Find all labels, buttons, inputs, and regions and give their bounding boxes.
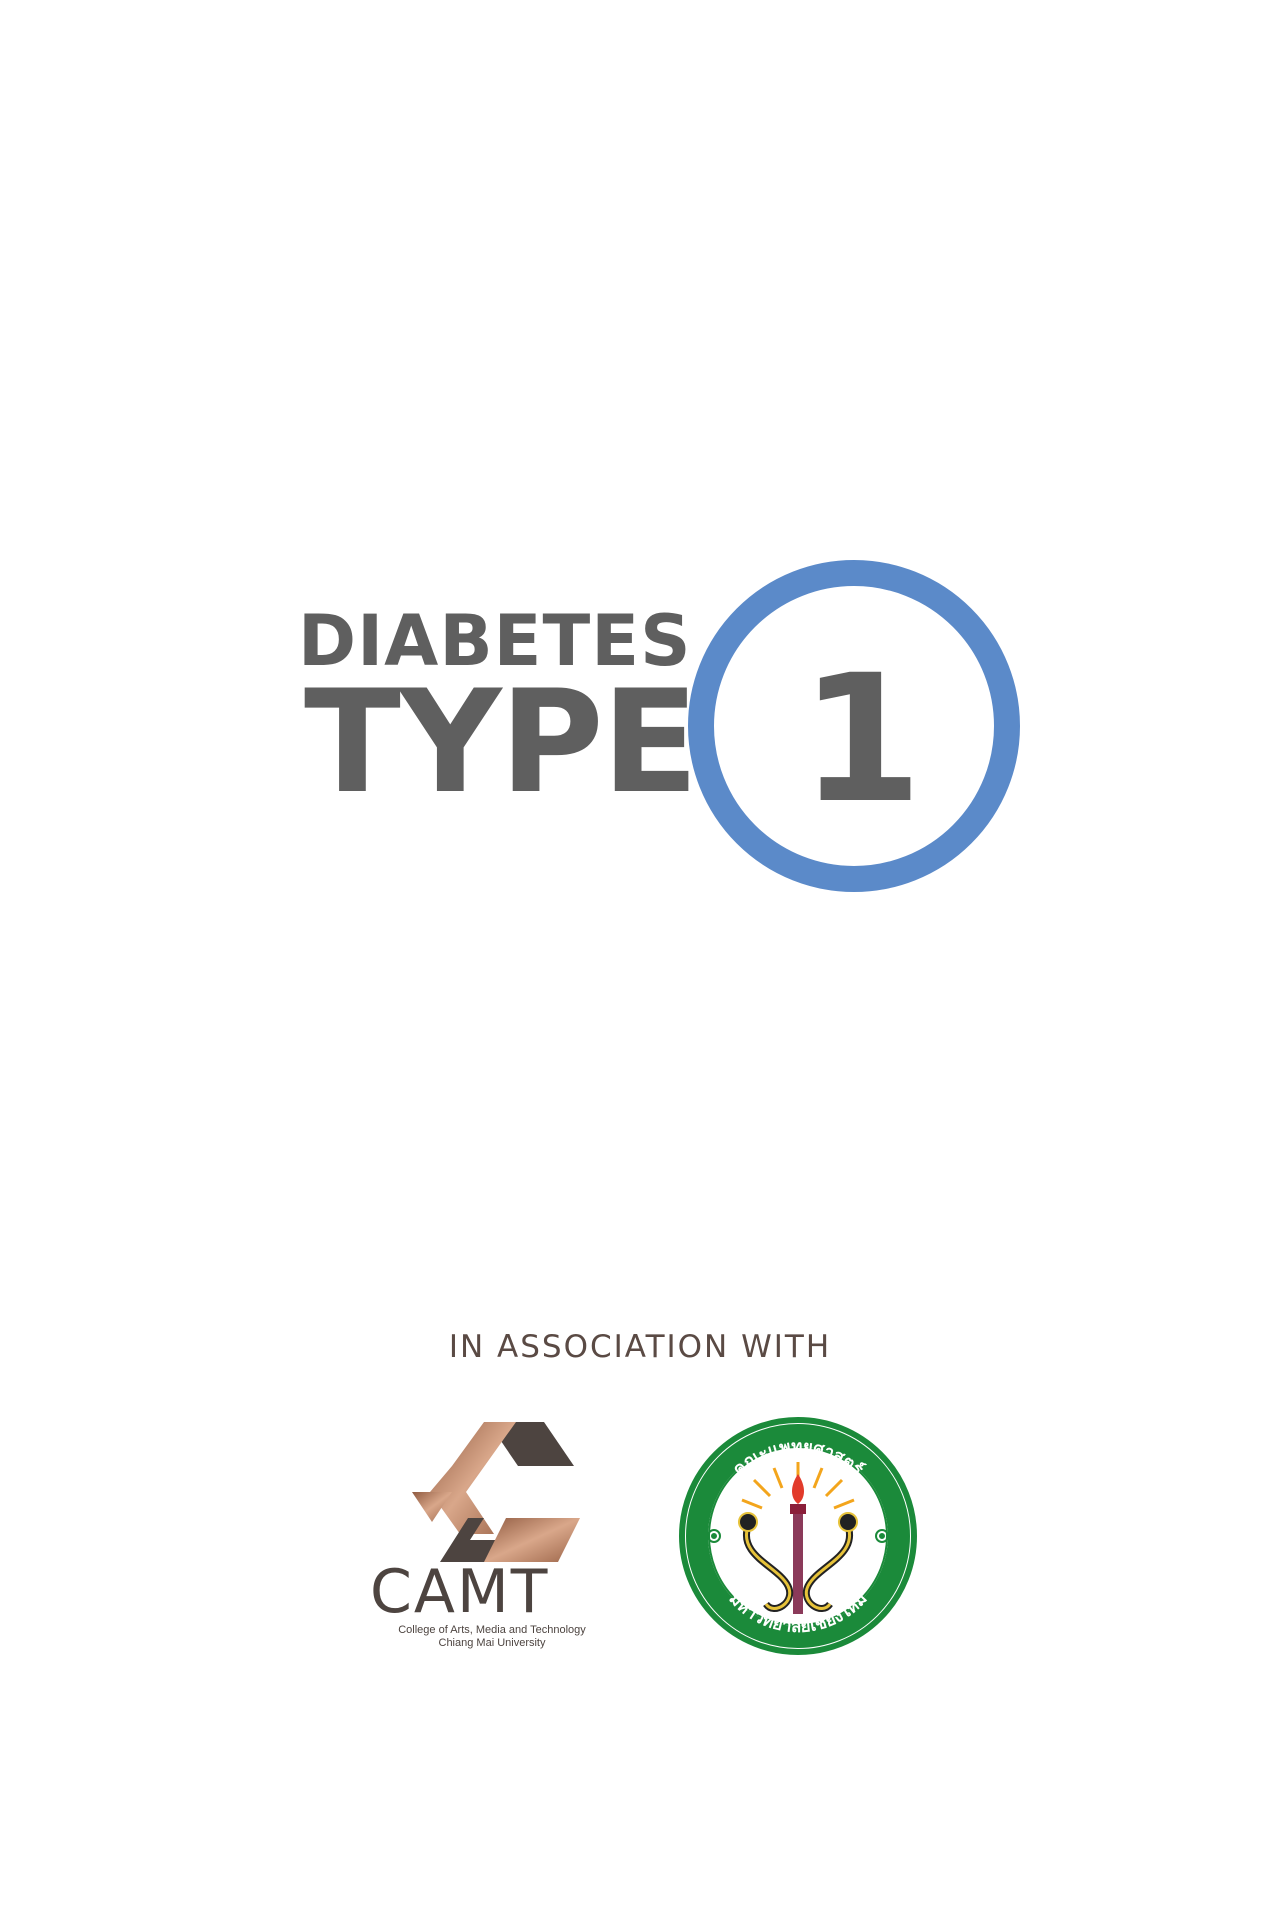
faculty-of-medicine-seal: คณะแพทยศาสตร์ มหาวิทยาลัยเชียงใหม่ — [679, 1417, 917, 1655]
title-type: TYPE — [304, 660, 699, 825]
camt-logo: CAMT College of Arts, Media and Technolo… — [366, 1422, 618, 1652]
camt-caption: College of Arts, Media and Technology Ch… — [366, 1624, 618, 1650]
camt-caption-line-1: College of Arts, Media and Technology — [398, 1624, 586, 1636]
title-numeral: 1 — [800, 637, 923, 842]
splash-screen: DIABETES TYPE 1 IN ASSOCIATION WITH CAMT… — [0, 0, 1280, 1920]
association-caption: IN ASSOCIATION WITH — [448, 1329, 832, 1365]
diabetes-type-1-logo: DIABETES TYPE 1 — [290, 560, 1050, 940]
camt-caption-line-2: Chiang Mai University — [438, 1637, 546, 1649]
camt-wordmark: CAMT — [370, 1557, 550, 1627]
camt-emblem-icon — [412, 1422, 580, 1562]
